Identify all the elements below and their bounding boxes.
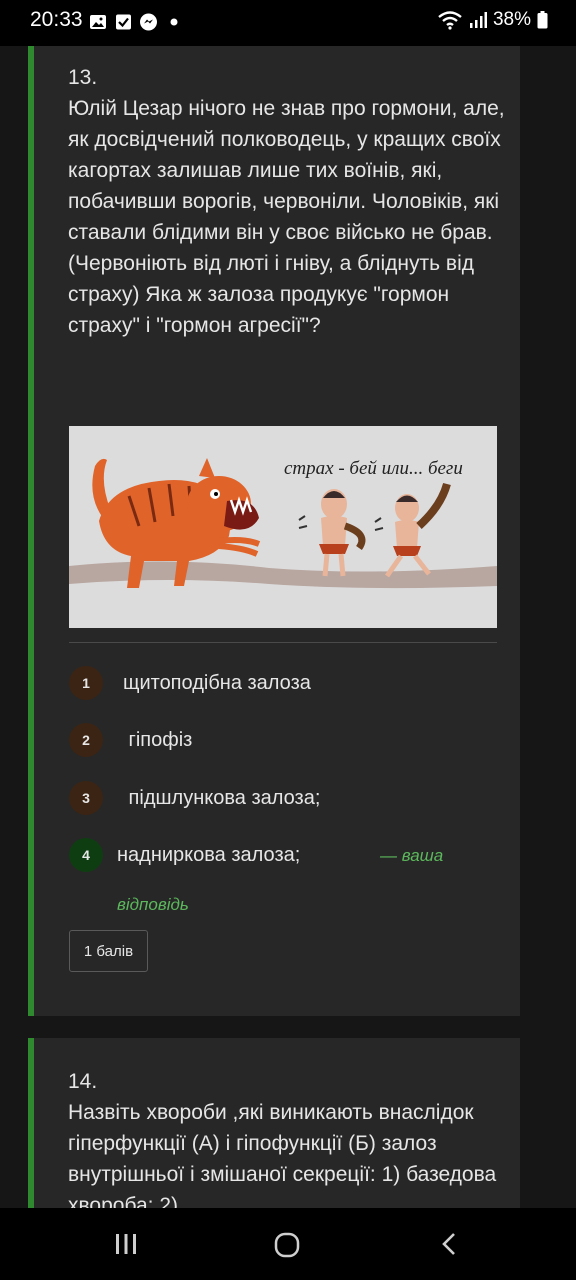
option-3[interactable]: 3 підшлункова залоза;	[69, 781, 320, 815]
points-badge: 1 балів	[69, 930, 148, 972]
back-icon[interactable]	[440, 1232, 458, 1256]
option-label: надниркова залоза;	[117, 843, 301, 866]
cartoon-image: страх - бей или... беги	[69, 426, 497, 628]
messenger-icon	[140, 13, 157, 31]
status-time: 20:33	[30, 8, 83, 31]
check-icon	[116, 14, 131, 30]
your-answer-label: — ваша	[380, 846, 444, 865]
option-number-badge: 3	[69, 781, 103, 815]
option-4-selected[interactable]: 4 надниркова залоза;	[69, 838, 300, 872]
image-icon	[90, 15, 106, 29]
signal-icon	[469, 12, 487, 28]
status-bar: 20:33 38%	[0, 0, 576, 46]
question-number: 14.	[68, 1070, 98, 1093]
question-number: 13.	[68, 66, 98, 89]
option-number-badge: 4	[69, 838, 103, 872]
question-text: Юлій Цезар нічого не знав про гормони, а…	[68, 97, 505, 337]
navigation-bar	[0, 1208, 576, 1280]
battery-icon	[537, 11, 548, 29]
your-answer-label-cont: відповідь	[117, 895, 189, 914]
option-label: щитоподібна залоза	[123, 671, 311, 694]
wifi-icon	[438, 11, 462, 30]
option-1[interactable]: 1 щитоподібна залоза	[69, 666, 311, 700]
option-number-badge: 1	[69, 666, 103, 700]
battery-percent: 38%	[492, 9, 531, 30]
dot-icon	[170, 18, 178, 26]
question-text: Назвіть хвороби ,які виникають внаслідок…	[68, 1101, 497, 1217]
recent-apps-icon[interactable]	[114, 1232, 138, 1256]
option-number-badge: 2	[69, 723, 103, 757]
option-label: гіпофіз	[123, 728, 193, 751]
option-2[interactable]: 2 гіпофіз	[69, 723, 192, 757]
question-illustration: страх - бей или... беги	[69, 426, 497, 628]
status-right: 38%	[437, 9, 548, 31]
home-icon[interactable]	[274, 1232, 300, 1258]
option-label: підшлункова залоза;	[123, 786, 321, 809]
image-caption: страх - бей или... беги	[284, 458, 463, 479]
question-card-13: 13. Юлій Цезар нічого не знав про гормон…	[28, 46, 520, 1016]
divider	[69, 642, 497, 643]
